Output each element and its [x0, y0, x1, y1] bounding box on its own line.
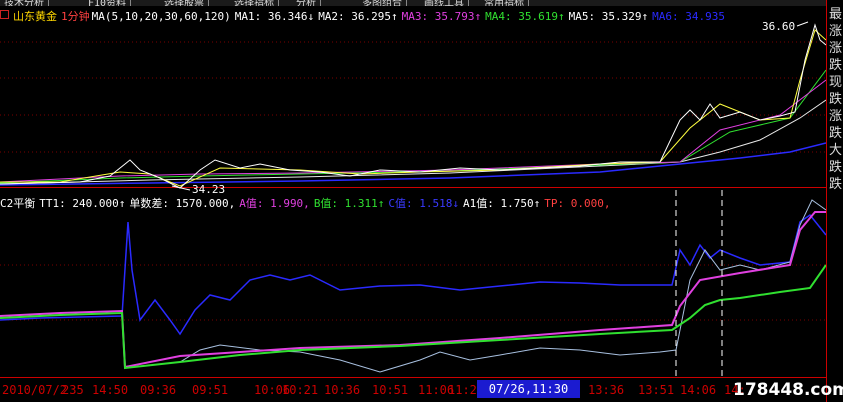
side-tab[interactable]: 涨	[828, 23, 843, 40]
time-tick-label: 13:36	[588, 383, 625, 397]
time-axis: 2010/07/2 235 14:50 09:36 09:51 10:06 10:21 10:…	[0, 380, 826, 402]
chart-area[interactable]: 36.60 34.23	[0, 0, 826, 378]
time-tick-label: 09:51	[192, 383, 229, 397]
watermark: 178448.com	[733, 380, 843, 400]
time-tick-label: 13:51	[638, 383, 675, 397]
time-tick-label: 10:36	[324, 383, 361, 397]
side-tab[interactable]: 跌	[828, 91, 843, 108]
side-tab[interactable]: 大	[828, 142, 843, 159]
a1-value-line	[124, 199, 826, 373]
time-tick-label: 2010/07/2	[2, 383, 68, 397]
side-tab[interactable]: 涨	[828, 108, 843, 125]
time-tick-label: 09:36	[140, 383, 177, 397]
side-tab[interactable]: 现	[828, 74, 843, 91]
time-tick-label: 235	[62, 383, 84, 397]
time-tick-label: 10:21	[282, 383, 319, 397]
side-tab[interactable]: 跌	[828, 57, 843, 74]
c-value-line	[0, 213, 826, 336]
crosshair-time-label: 07/26,11:30	[477, 380, 580, 398]
time-tick-label: 11:2	[448, 383, 477, 397]
side-tab[interactable]: 跌	[828, 176, 843, 193]
high-price-label: 36.60	[762, 20, 795, 33]
side-tab[interactable]: 跌	[828, 125, 843, 142]
ma4-line	[0, 69, 826, 184]
ma3-line	[0, 79, 826, 183]
side-tab[interactable]: 最	[828, 6, 843, 23]
side-tab[interactable]: 涨	[828, 40, 843, 57]
high-price-pointer	[796, 21, 809, 27]
time-tick-label: 14:50	[92, 383, 129, 397]
time-tick-label: 14:06	[680, 383, 717, 397]
right-tab-bar: 最涨涨跌现跌涨跌大跌跌	[826, 0, 843, 402]
low-price-label: 34.23	[192, 183, 225, 196]
time-tick-label: 10:51	[372, 383, 409, 397]
ma2-line	[0, 29, 826, 187]
price-line	[0, 23, 826, 189]
side-tab[interactable]: 跌	[828, 159, 843, 176]
